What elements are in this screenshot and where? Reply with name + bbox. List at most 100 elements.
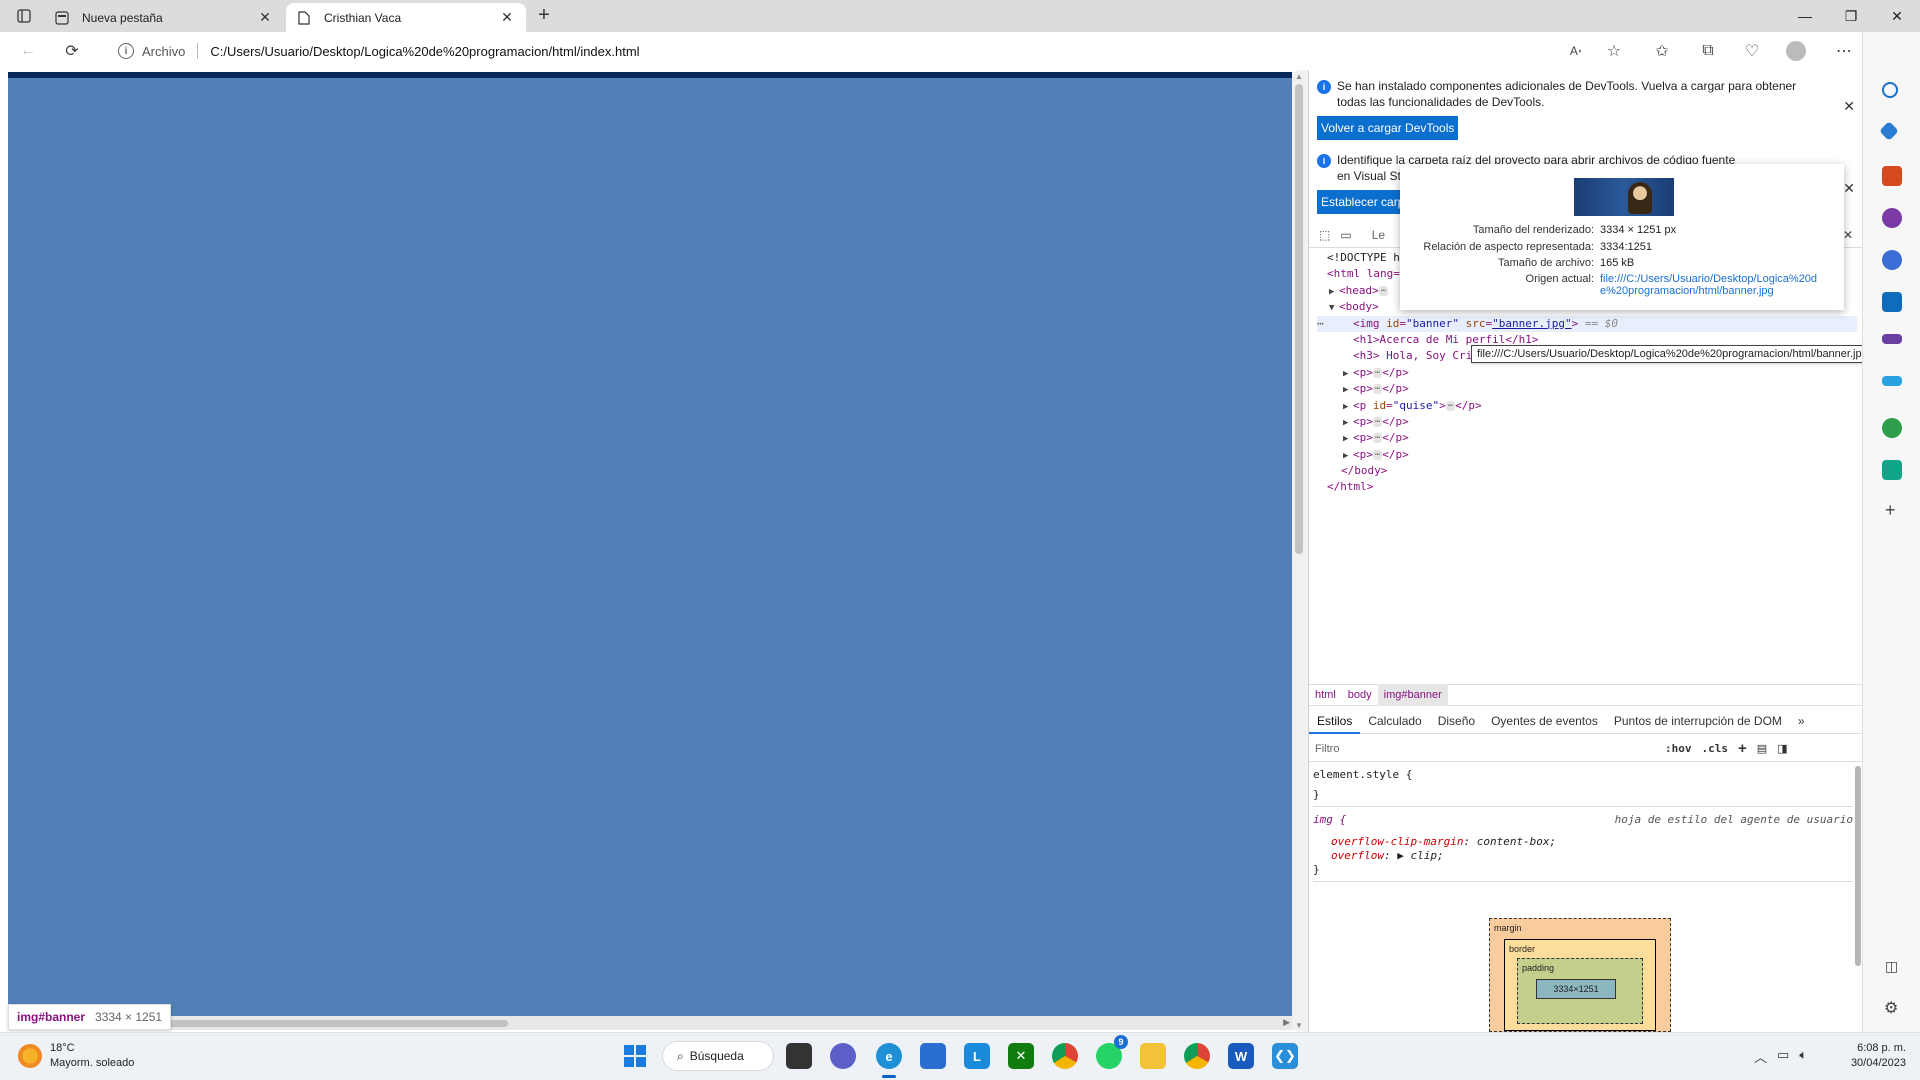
scroll-up-icon[interactable]: ▲ [1295,72,1303,81]
img-ua-rule[interactable]: img {hoja de estilo del agente de usuari… [1313,811,1853,882]
expand-triangle-icon[interactable]: ▶ [1343,399,1353,415]
tab-nueva-pestana[interactable]: Nueva pestaña ✕ [44,3,284,32]
drop-icon[interactable] [1882,460,1902,480]
xbox-icon[interactable]: ✕ [1008,1043,1034,1069]
expand-triangle-icon[interactable]: ▶ [1397,849,1404,862]
expand-triangle-icon[interactable]: ▶ [1343,382,1353,398]
send-icon[interactable] [1882,376,1902,386]
store-icon[interactable] [920,1043,946,1069]
scrollbar-thumb[interactable] [1855,766,1861,966]
scrollbar-thumb[interactable] [1295,84,1303,554]
ellipsis-icon[interactable]: ⋯ [1372,416,1383,427]
ellipsis-icon[interactable]: ⋯ [1445,400,1456,411]
browser-essentials-icon[interactable]: ♡ [1738,39,1766,63]
info-icon[interactable]: i [118,43,134,59]
reload-devtools-button[interactable]: Volver a cargar DevTools [1317,116,1459,140]
avatar[interactable] [1782,39,1810,63]
microsoft-365-icon[interactable] [1882,250,1902,270]
close-icon[interactable]: ✕ [1843,180,1855,196]
expand-triangle-icon[interactable]: ▶ [1343,366,1353,382]
dom-line-img-selected[interactable]: ⋯ <img id="banner" src="banner.jpg"> == … [1317,315,1857,332]
tools-icon[interactable] [1882,166,1902,186]
inspect-icon[interactable]: ⬚ [1319,228,1330,242]
new-tab-button[interactable]: + [532,5,556,27]
scroll-down-icon[interactable]: ▼ [1295,1021,1303,1030]
dom-line-p[interactable]: ▶ <p> ⋯ </p> [1317,430,1857,446]
address-bar[interactable]: i Archivo C:/Users/Usuario/Desktop/Logic… [108,36,1616,66]
breadcrumb-body[interactable]: body [1342,684,1378,706]
settings-gear-icon[interactable]: ⚙ [1884,998,1898,1018]
close-icon[interactable]: ✕ [1843,98,1855,114]
search-icon[interactable] [1882,82,1898,98]
device-toolbar-icon[interactable]: ▭ [1340,228,1351,242]
css-property[interactable]: overflow-clip-margin: content-box; [1313,835,1853,849]
tab-cristhian-vaca[interactable]: Cristhian Vaca ✕ [286,3,526,32]
tab-oyentes[interactable]: Oyentes de eventos [1483,708,1606,734]
tab-actions-icon[interactable] [12,6,36,26]
shopping-tag-icon[interactable] [1879,121,1899,141]
ellipsis-icon[interactable]: ⋯ [1372,433,1383,444]
collapse-triangle-icon[interactable]: ▼ [1329,300,1339,316]
box-model-border[interactable]: border padding 3334×1251 [1504,939,1656,1031]
breadcrumb-html[interactable]: html [1309,684,1342,706]
close-icon[interactable]: ✕ [498,9,516,27]
ellipsis-icon[interactable]: ⋯ [1378,285,1389,296]
task-view-icon[interactable] [786,1043,812,1069]
games-icon[interactable] [1882,208,1902,228]
expand-triangle-icon[interactable]: ▶ [1329,284,1339,300]
whatsapp-icon[interactable]: 9 [1096,1035,1128,1069]
set-folder-button[interactable]: Establecer carp [1317,190,1409,214]
toolbar-tab-partial[interactable]: Le [1372,228,1385,242]
volume-icon[interactable]: 🔈︎ [1799,1047,1807,1066]
restore-icon[interactable]: ❐ [1828,0,1874,32]
dom-line-p[interactable]: ▶ <p> ⋯ </p> [1317,365,1857,381]
page-vertical-scrollbar[interactable]: ▲ ▼ [1292,72,1306,1030]
breadcrumb-img-banner[interactable]: img#banner [1377,684,1448,706]
dom-line-p[interactable]: ▶ <p> ⋯ </p> [1317,414,1857,430]
start-windows-icon[interactable] [622,1043,648,1069]
box-model-padding[interactable]: padding 3334×1251 [1517,958,1643,1024]
attr-value-link[interactable]: "banner.jpg" [1492,317,1571,330]
element-style-rule[interactable]: element.style { } [1313,766,1853,807]
dom-line-p-quise[interactable]: ▶ <p id="quise"> ⋯ </p> [1317,398,1857,414]
expand-triangle-icon[interactable]: ▶ [1343,415,1353,431]
ellipsis-icon[interactable]: ⋯ [1372,367,1383,378]
tab-diseno[interactable]: Diseño [1430,708,1483,734]
close-icon[interactable]: ✕ [256,9,274,27]
sidebar-toggle-icon[interactable]: ◫ [1885,958,1898,975]
edge-icon[interactable]: e [876,1043,902,1069]
dom-line-p[interactable]: ▶ <p> ⋯ </p> [1317,447,1857,463]
more-dots-icon[interactable]: ⋯ [1317,316,1324,332]
page-horizontal-scrollbar[interactable]: ▶ [8,1016,1292,1030]
more-options-icon[interactable]: ⋯ [1830,39,1858,63]
url-text[interactable]: C:/Users/Usuario/Desktop/Logica%20de%20p… [210,44,639,59]
dom-line-p[interactable]: ▶ <p> ⋯ </p> [1317,381,1857,397]
ellipsis-icon[interactable]: ⋯ [1372,384,1383,395]
favorite-add-icon[interactable]: ☆ [1600,39,1628,63]
chrome-icon[interactable] [1052,1043,1078,1069]
file-explorer-icon[interactable] [1140,1043,1166,1069]
banner-image-highlight[interactable] [8,78,1292,1028]
box-model-content[interactable]: 3334×1251 [1536,979,1616,999]
dom-line-html-close[interactable]: </html> [1317,479,1857,495]
expand-triangle-icon[interactable]: ▶ [1343,448,1353,464]
back-icon[interactable]: ← [14,39,42,63]
minimize-icon[interactable]: — [1782,0,1828,32]
read-aloud-icon[interactable]: A ◗ [1562,39,1590,63]
tab-estilos[interactable]: Estilos [1309,708,1361,734]
word-icon[interactable]: W [1228,1043,1254,1069]
close-icon[interactable]: ✕ [1843,228,1853,242]
expand-triangle-icon[interactable]: ▶ [1343,431,1353,447]
box-model-margin[interactable]: margin border padding 3334×1251 [1489,918,1671,1032]
chrome-profile-icon[interactable] [1184,1043,1210,1069]
scroll-right-icon[interactable]: ▶ [1283,1017,1290,1028]
refresh-icon[interactable]: ⟳ [58,39,86,63]
add-icon[interactable]: + [1885,500,1896,521]
origin-link[interactable]: file:///C:/Users/Usuario/Desktop/Logica%… [1600,273,1840,297]
l-app-icon[interactable]: L [964,1043,990,1069]
weather-widget[interactable]: 18°C Mayorm. soleado [18,1041,134,1071]
close-window-icon[interactable]: ✕ [1874,0,1920,32]
chat-icon[interactable] [830,1043,856,1069]
tree-icon[interactable] [1882,418,1902,438]
taskbar-search[interactable]: ⌕ Búsqueda [662,1041,774,1071]
